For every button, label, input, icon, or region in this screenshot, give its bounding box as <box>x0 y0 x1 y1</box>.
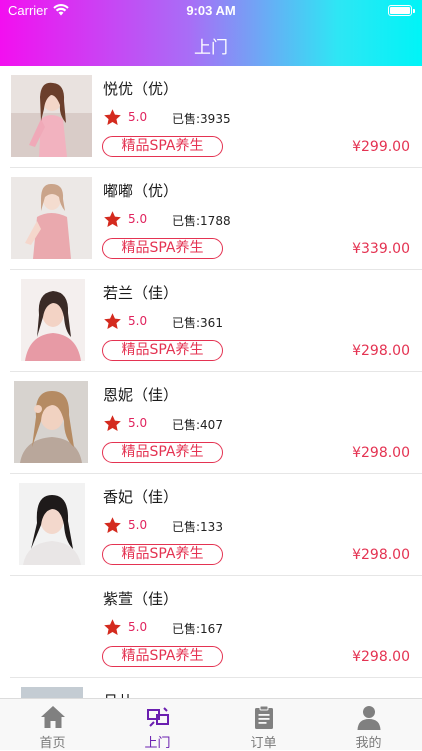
tab-label: 我的 <box>355 736 382 751</box>
rating-value: 5.0 <box>128 212 148 226</box>
list-item[interactable]: 紫萱（佳） 5.0 已售:167 精品SPA养生 ¥298.00 <box>0 576 422 678</box>
list-item[interactable]: 恩妮（佳） 5.0 已售:407 精品SPA养生 ¥298.00 <box>0 372 422 474</box>
nav-header: Carrier 9:03 AM 上门 <box>0 0 422 66</box>
sold-count: 已售:361 <box>172 316 223 330</box>
battery-icon <box>388 5 415 16</box>
service-tag: 精品SPA养生 <box>102 136 223 157</box>
tab-label: 上门 <box>144 736 171 751</box>
photo-portrait-dark <box>19 483 85 565</box>
price-label: ¥298.00 <box>352 445 410 461</box>
page-title: 上门 <box>194 38 228 58</box>
rating-value: 5.0 <box>128 416 148 430</box>
profile-icon <box>357 706 381 730</box>
order-icon <box>255 705 273 729</box>
service-tag: 精品SPA养生 <box>102 442 223 463</box>
photo-portrait-blonde <box>14 381 88 463</box>
service-tag: 精品SPA养生 <box>102 544 223 565</box>
rating-value: 5.0 <box>128 314 148 328</box>
item-name: 紫萱（佳） <box>103 590 179 608</box>
photo-thumbnail[interactable] <box>21 687 83 698</box>
price-label: ¥298.00 <box>352 547 410 563</box>
status-bar: Carrier 9:03 AM <box>0 0 422 22</box>
technician-list[interactable]: 悦优（优） 5.0 已售:3935 精品SPA养生 ¥299.00 嘟嘟（优） … <box>0 66 422 698</box>
photo-thumbnail[interactable] <box>14 381 88 463</box>
star-icon <box>104 109 121 126</box>
photo-thumbnail[interactable] <box>19 483 85 565</box>
clock: 9:03 AM <box>186 3 236 18</box>
tab-home[interactable]: 首页 <box>0 699 105 751</box>
rating-value: 5.0 <box>128 110 148 124</box>
home-icon <box>41 706 65 728</box>
service-tag: 精品SPA养生 <box>102 646 223 667</box>
price-label: ¥298.00 <box>352 343 410 359</box>
tab-bar: 首页 上门 订单 我的 <box>0 698 422 751</box>
price-label: ¥339.00 <box>352 241 410 257</box>
photo-pink-dress-2 <box>11 177 92 259</box>
photo-pink-dress <box>11 75 92 157</box>
tab-label: 订单 <box>250 736 277 751</box>
list-item[interactable]: 香妃（佳） 5.0 已售:133 精品SPA养生 ¥298.00 <box>0 474 422 576</box>
star-icon <box>104 313 121 330</box>
sold-count: 已售:133 <box>172 520 223 534</box>
service-tag: 精品SPA养生 <box>102 340 223 361</box>
price-label: ¥298.00 <box>352 649 410 665</box>
item-name: 嘟嘟（优） <box>103 182 179 200</box>
list-item[interactable]: 嘟嘟（优） 5.0 已售:1788 精品SPA养生 ¥339.00 <box>0 168 422 270</box>
tab-door-to-door[interactable]: 上门 <box>105 699 210 751</box>
price-label: ¥299.00 <box>352 139 410 155</box>
photo-thumbnail[interactable] <box>21 279 85 361</box>
tab-label: 首页 <box>39 736 66 751</box>
list-item[interactable]: 若兰（佳） 5.0 已售:361 精品SPA养生 ¥298.00 <box>0 270 422 372</box>
item-name: 若兰（佳） <box>103 284 179 302</box>
rating-value: 5.0 <box>128 620 148 634</box>
tab-orders[interactable]: 订单 <box>211 699 316 751</box>
list-item[interactable]: 月儿 <box>0 678 422 698</box>
sold-count: 已售:407 <box>172 418 223 432</box>
item-name: 悦优（优） <box>103 80 179 98</box>
photo-portrait-pink <box>21 279 85 361</box>
door-to-door-icon <box>147 707 169 727</box>
sold-count: 已售:1788 <box>172 214 231 228</box>
sold-count: 已售:167 <box>172 622 223 636</box>
tab-profile[interactable]: 我的 <box>316 699 421 751</box>
photo-partial <box>21 687 83 698</box>
list-item[interactable]: 悦优（优） 5.0 已售:3935 精品SPA养生 ¥299.00 <box>0 66 422 168</box>
item-name: 香妃（佳） <box>103 488 179 506</box>
star-icon <box>104 619 121 636</box>
sold-count: 已售:3935 <box>172 112 231 126</box>
star-icon <box>104 517 121 534</box>
item-name: 月儿 <box>103 690 133 698</box>
item-name: 恩妮（佳） <box>103 386 179 404</box>
rating-value: 5.0 <box>128 518 148 532</box>
photo-thumbnail[interactable] <box>11 177 92 259</box>
star-icon <box>104 211 121 228</box>
service-tag: 精品SPA养生 <box>102 238 223 259</box>
photo-thumbnail[interactable] <box>11 75 92 157</box>
star-icon <box>104 415 121 432</box>
